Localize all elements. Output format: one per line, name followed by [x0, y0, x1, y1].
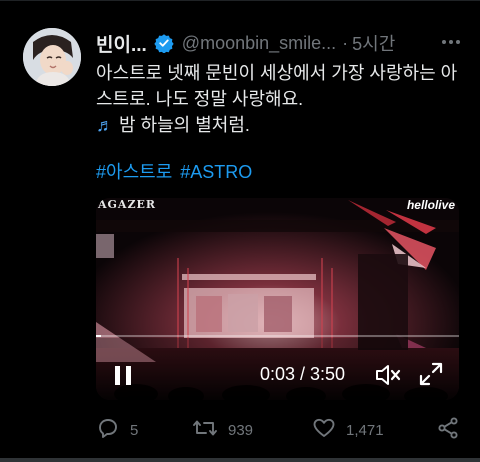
tweet-text-line-2: 스트로. 나도 정말 사랑해요.: [96, 89, 304, 109]
reply-button[interactable]: 5: [96, 416, 138, 444]
reply-count: 5: [130, 421, 139, 439]
video-time-display: 0:03 / 3:50: [260, 364, 346, 384]
pause-icon[interactable]: [110, 362, 136, 388]
retweet-count: 939: [228, 421, 254, 439]
hashtag-link[interactable]: #ASTRO: [180, 162, 252, 182]
watermark-left: AGAZER: [98, 198, 157, 211]
timestamp[interactable]: 5시간: [352, 30, 395, 56]
retweet-button[interactable]: 939: [192, 416, 253, 444]
like-count: 1,471: [346, 421, 384, 439]
verified-badge-icon: [154, 33, 174, 53]
tweet-text-line-3: 밤 하늘의 별처럼.: [119, 115, 250, 135]
top-divider: [0, 0, 480, 1]
tweet-text-line-3-wrap: ♬ 밤 하늘의 별처럼.: [96, 112, 466, 138]
tweet-text: 아스트로 넷째 문빈이 세상에서 가장 사랑하는 아 스트로. 나도 정말 사랑…: [96, 60, 466, 138]
user-handle[interactable]: @moonbin_smile...: [182, 33, 336, 54]
hashtags: #아스트로 #ASTRO: [96, 158, 260, 184]
retweet-icon: [192, 416, 218, 445]
watermark-right: hellolive: [406, 198, 455, 212]
hashtag-link[interactable]: #아스트로: [96, 162, 172, 182]
heart-icon: [312, 416, 336, 445]
tweet-text-line-1: 아스트로 넷째 문빈이 세상에서 가장 사랑하는 아: [96, 63, 458, 83]
mute-icon[interactable]: [374, 362, 402, 388]
display-name[interactable]: 빈이...: [96, 30, 147, 57]
avatar[interactable]: [23, 28, 81, 86]
tweet-header: 빈이... @moonbin_smile... · 5시간: [96, 30, 466, 56]
separator-dot: ·: [342, 32, 349, 53]
like-button[interactable]: 1,471: [312, 416, 384, 444]
bottom-divider: [0, 458, 480, 462]
tweet-actions: 5 939 1,471: [96, 416, 466, 444]
reply-icon: [96, 416, 120, 445]
music-note-icon: ♬: [96, 115, 114, 135]
video-player[interactable]: AGAZER hellolive 0:03 / 3:50: [96, 198, 459, 400]
fullscreen-icon[interactable]: [418, 361, 444, 387]
video-progress-bar[interactable]: [96, 335, 459, 337]
share-icon: [436, 416, 460, 445]
share-button[interactable]: [436, 416, 460, 444]
more-options-icon[interactable]: [436, 30, 466, 54]
video-progress-fill: [96, 335, 101, 337]
